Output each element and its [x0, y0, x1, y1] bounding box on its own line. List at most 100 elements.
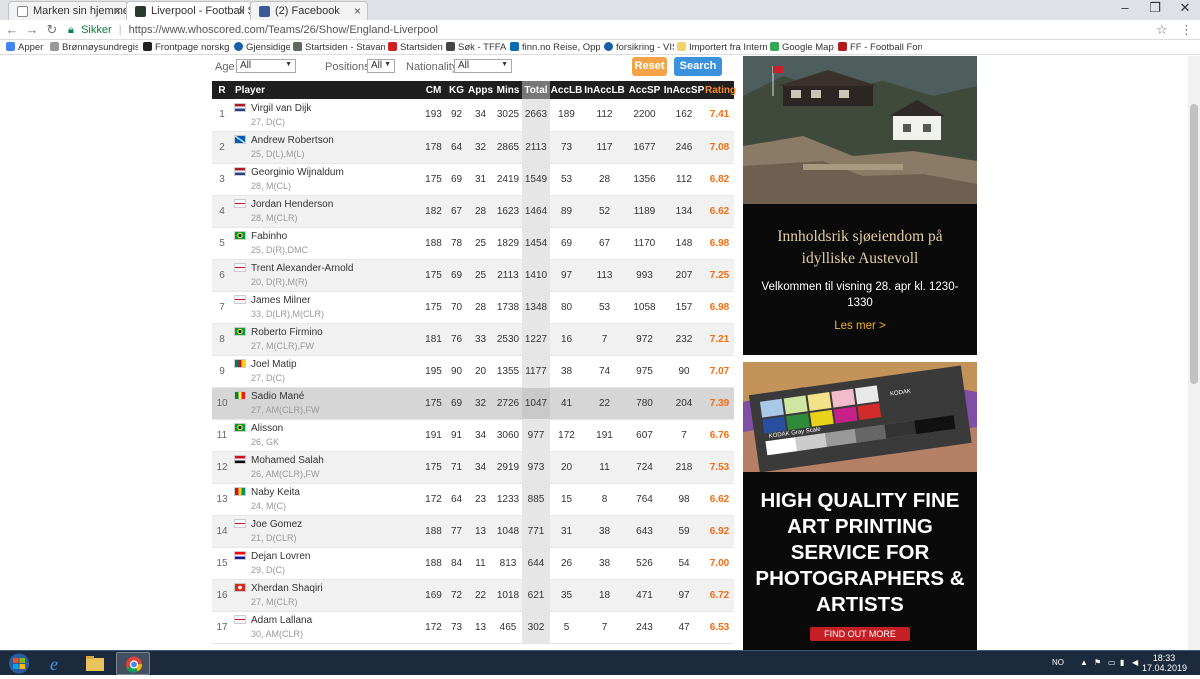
bookmark-item[interactable]: finn.no Reise, Oppdr: [510, 42, 600, 53]
bookmark-item[interactable]: Brønnøysundregistre: [50, 42, 138, 53]
system-clock[interactable]: 18:33 17.04.2019: [1142, 653, 1187, 673]
apps-cell: 31: [467, 163, 494, 196]
player-name-link[interactable]: Joe Gomez: [251, 519, 302, 530]
table-row[interactable]: 9 Joel Matip 27, D(C) 195 90 20 1355 1177 38 74 97…: [212, 355, 734, 388]
player-name-link[interactable]: Alisson: [251, 423, 283, 434]
printing-service-ad[interactable]: KODAK KODAK Gray Scale HIGH QUALITY FINE…: [743, 362, 977, 650]
column-header[interactable]: AccLB: [550, 81, 583, 99]
star-icon[interactable]: ☆: [1156, 22, 1168, 38]
player-name-link[interactable]: James Milner: [251, 295, 310, 306]
player-name-link[interactable]: Naby Keita: [251, 487, 300, 498]
table-row[interactable]: 4 Jordan Henderson 28, M(CLR) 182 67 28 1623 14…: [212, 195, 734, 228]
player-name-link[interactable]: Joel Matip: [251, 359, 297, 370]
monitor-icon[interactable]: ▭: [1108, 658, 1116, 667]
table-row[interactable]: 6 Trent Alexander-Arnold 20, D(R),M(R) 175 6…: [212, 259, 734, 292]
network-icon[interactable]: ▮: [1120, 658, 1124, 667]
player-name-link[interactable]: Virgil van Dijk: [251, 103, 311, 114]
column-header[interactable]: AccSP: [626, 81, 663, 99]
table-row[interactable]: 13 Naby Keita 24, M(C) 172 64 23 1233 885 15 8 764…: [212, 483, 734, 516]
page-scrollbar[interactable]: [1188, 56, 1200, 650]
menu-icon[interactable]: ⋮: [1180, 22, 1193, 38]
find-out-more-button[interactable]: FIND OUT MORE: [810, 627, 910, 641]
bookmark-item[interactable]: Frontpage norskgolf: [143, 42, 229, 53]
bookmark-item[interactable]: Søk - TFFAuto: [446, 42, 506, 53]
close-tab-icon[interactable]: ×: [354, 4, 361, 18]
table-row[interactable]: 16 Xherdan Shaqiri 27, M(CLR) 169 72 22 1018 62…: [212, 579, 734, 612]
close-tab-icon[interactable]: ×: [238, 4, 245, 18]
player-name-link[interactable]: Georginio Wijnaldum: [251, 167, 344, 178]
bookmark-item[interactable]: Gjensidige: [234, 42, 290, 53]
player-name-link[interactable]: Fabinho: [251, 231, 287, 242]
player-cell: Georginio Wijnaldum 28, M(CL): [232, 163, 421, 196]
age-select[interactable]: All ▼: [236, 59, 296, 73]
kg-cell: 77: [446, 515, 467, 548]
internet-explorer-icon[interactable]: e: [40, 652, 74, 675]
player-age-position: 26, GK: [251, 437, 280, 447]
table-row[interactable]: 3 Georginio Wijnaldum 28, M(CL) 175 69 31 2419…: [212, 163, 734, 196]
bookmark-item[interactable]: forsikring - VIS: [604, 42, 674, 53]
tab-marken[interactable]: Marken sin hjemmeside ×: [8, 1, 128, 20]
player-name-link[interactable]: Andrew Robertson: [251, 135, 334, 146]
column-header[interactable]: InAccSP: [663, 81, 705, 99]
volume-icon[interactable]: ◀: [1132, 658, 1138, 667]
ad-read-more-link[interactable]: Les mer >: [743, 320, 977, 332]
minimize-icon[interactable]: –: [1110, 0, 1140, 18]
bookmark-item[interactable]: FF - Football Forum: [838, 42, 922, 53]
bookmark-item[interactable]: Startsiden: [388, 42, 443, 53]
column-header[interactable]: Total: [522, 81, 550, 99]
language-indicator[interactable]: NO: [1052, 658, 1064, 667]
close-tab-icon[interactable]: ×: [114, 4, 121, 18]
column-header[interactable]: Player: [232, 81, 421, 99]
reload-icon[interactable]: ↻: [44, 22, 60, 38]
close-window-icon[interactable]: ✕: [1170, 0, 1200, 18]
back-icon[interactable]: ←: [4, 22, 20, 38]
reset-button[interactable]: Reset: [632, 57, 667, 76]
bookmark-item[interactable]: Importert fra Internet: [677, 42, 767, 53]
search-button[interactable]: Search: [674, 57, 722, 76]
column-header[interactable]: InAccLB: [583, 81, 626, 99]
real-estate-ad[interactable]: Innholdsrik sjøeiendom på idylliske Aust…: [743, 56, 977, 355]
bookmark-item[interactable]: Startsiden - Stavange: [293, 42, 385, 53]
table-row[interactable]: 1 Virgil van Dijk 27, D(C) 193 92 34 3025 2663 1…: [212, 99, 734, 132]
table-row[interactable]: 7 James Milner 33, D(LR),M(CLR) 175 70 28 1738…: [212, 291, 734, 324]
positions-select[interactable]: All ▼: [367, 59, 395, 73]
player-name-link[interactable]: Sadio Mané: [251, 391, 304, 402]
column-header[interactable]: CM: [421, 81, 446, 99]
player-name-link[interactable]: Xherdan Shaqiri: [251, 583, 323, 594]
column-header[interactable]: KG: [446, 81, 467, 99]
table-row[interactable]: 11 Alisson 26, GK 191 91 34 3060 977 172 191 607 7 6…: [212, 419, 734, 452]
nationality-select[interactable]: All ▼: [454, 59, 512, 73]
bookmark-item[interactable]: Google Maps: [770, 42, 834, 53]
flag-icon[interactable]: ⚑: [1094, 658, 1101, 667]
player-name-link[interactable]: Dejan Lovren: [251, 551, 310, 562]
table-row[interactable]: 5 Fabinho 25, D(R),DMC 188 78 25 1829 1454 69 67 1…: [212, 227, 734, 260]
column-header[interactable]: Rating: [705, 81, 736, 99]
tab-facebook[interactable]: (2) Facebook ×: [250, 1, 368, 20]
table-row[interactable]: 17 Adam Lallana 30, AM(CLR) 172 73 13 465 302 5 7…: [212, 611, 734, 644]
start-button[interactable]: [2, 652, 36, 675]
table-row[interactable]: 14 Joe Gomez 21, D(CLR) 188 77 13 1048 771 31 38 6…: [212, 515, 734, 548]
column-header[interactable]: Mins: [494, 81, 522, 99]
tab-liverpool[interactable]: Liverpool - Football Stati ×: [126, 1, 252, 20]
column-header[interactable]: Apps: [467, 81, 494, 99]
player-name-link[interactable]: Adam Lallana: [251, 615, 312, 626]
bookmark-apps[interactable]: Apper: [6, 42, 46, 53]
player-name-link[interactable]: Mohamed Salah: [251, 455, 324, 466]
player-name-link[interactable]: Jordan Henderson: [251, 199, 333, 210]
table-row[interactable]: 10 Sadio Mané 27, AM(CLR),FW 175 69 32 2726 104…: [212, 387, 734, 420]
show-hidden-icons-icon[interactable]: ▲: [1080, 658, 1088, 667]
table-row[interactable]: 8 Roberto Firmino 27, M(CLR),FW 181 76 33 2530…: [212, 323, 734, 356]
maximize-icon[interactable]: ❐: [1140, 0, 1170, 18]
column-header[interactable]: R: [212, 81, 232, 99]
cm-cell: 175: [421, 451, 446, 484]
player-name-link[interactable]: Roberto Firmino: [251, 327, 323, 338]
file-explorer-icon[interactable]: [78, 652, 112, 675]
player-name-link[interactable]: Trent Alexander-Arnold: [251, 263, 353, 274]
table-row[interactable]: 12 Mohamed Salah 26, AM(CLR),FW 175 71 34 2919…: [212, 451, 734, 484]
chrome-icon[interactable]: [116, 652, 150, 675]
forward-icon[interactable]: →: [24, 22, 40, 38]
scrollbar-thumb[interactable]: [1190, 104, 1198, 384]
url-input[interactable]: 🔒︎ Sikker | https://www.whoscored.com/Te…: [68, 21, 1138, 39]
table-row[interactable]: 2 Andrew Robertson 25, D(L),M(L) 178 64 32 286…: [212, 131, 734, 164]
table-row[interactable]: 15 Dejan Lovren 29, D(C) 188 84 11 813 644 26 38 5…: [212, 547, 734, 580]
